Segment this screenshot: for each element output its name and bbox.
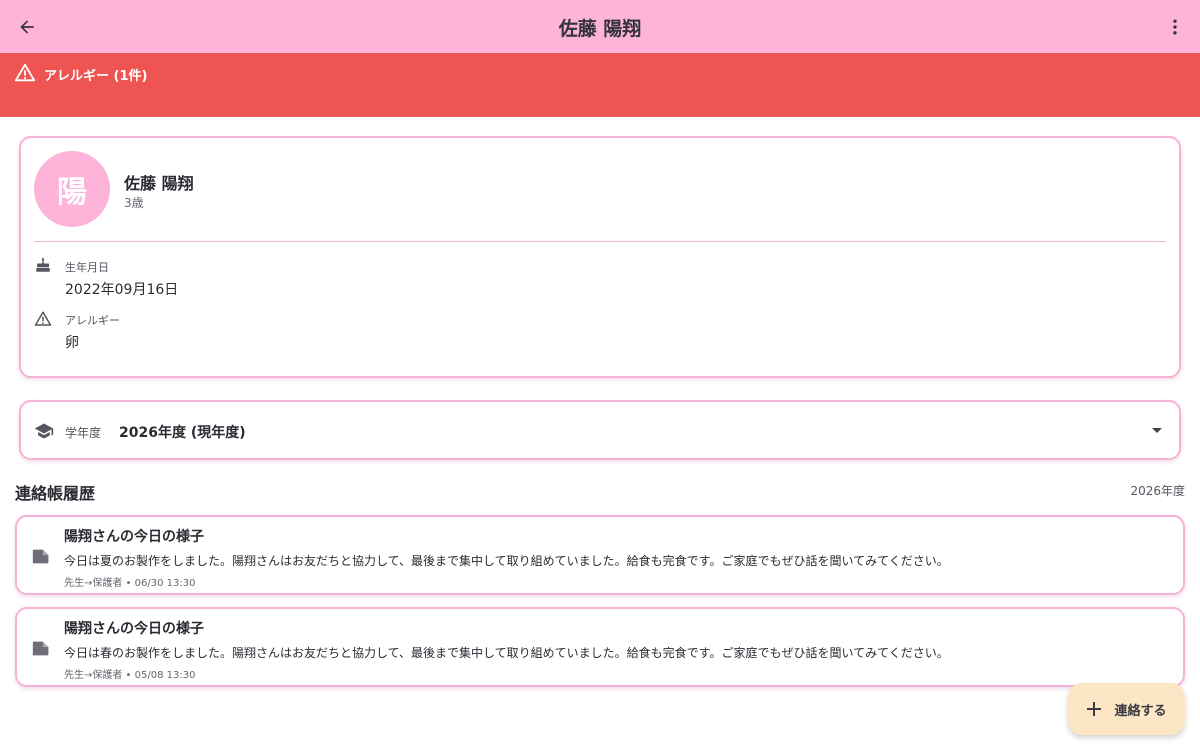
birthday-value: 2022年09月16日 — [65, 282, 179, 298]
history-entry[interactable]: 陽翔さんの今日の様子 今日は夏のお製作をしました。陽翔さんはお友だちと協力して、… — [15, 515, 1185, 595]
child-age: 3歳 — [124, 196, 144, 210]
allergy-label: アレルギー — [65, 314, 120, 327]
note-icon — [32, 641, 49, 656]
warning-icon — [34, 311, 52, 326]
history-year: 2026年度 — [1130, 484, 1185, 498]
divider — [34, 241, 1166, 242]
profile-card: 陽 佐藤 陽翔 3歳 生年月日 2022年09月16日 アレルギー 卵 — [19, 136, 1181, 378]
birthday-label: 生年月日 — [65, 261, 109, 274]
allergy-value: 卵 — [65, 335, 79, 351]
school-icon — [34, 423, 54, 439]
plus-icon — [1087, 702, 1102, 716]
history-section-title: 連絡帳履歴 — [15, 484, 96, 503]
contact-fab-button[interactable]: 連絡する — [1068, 683, 1185, 735]
more-vert-icon — [1173, 19, 1177, 35]
dropdown-caret-icon — [1152, 428, 1162, 433]
avatar: 陽 — [34, 151, 110, 227]
school-year-value: 2026年度 (現年度) — [119, 425, 246, 441]
more-options-button[interactable] — [1160, 12, 1190, 42]
warning-icon — [14, 63, 36, 82]
history-entry[interactable]: 陽翔さんの今日の様子 今日は春のお製作をしました。陽翔さんはお友だちと協力して、… — [15, 607, 1185, 687]
school-year-label: 学年度 — [65, 426, 102, 440]
entry-meta: 先生→保護者 • 05/08 13:30 — [64, 670, 196, 681]
entry-meta: 先生→保護者 • 06/30 13:30 — [64, 578, 196, 589]
contact-fab-label: 連絡する — [1114, 703, 1167, 719]
allergy-banner-label: アレルギー (1件) — [44, 69, 148, 84]
entry-body: 今日は夏のお製作をしました。陽翔さんはお友だちと協力して、最後まで集中して取り組… — [64, 554, 949, 568]
app-bar: 佐藤 陽翔 — [0, 0, 1200, 53]
child-name: 佐藤 陽翔 — [124, 174, 194, 193]
page-title: 佐藤 陽翔 — [558, 18, 642, 40]
entry-body: 今日は春のお製作をしました。陽翔さんはお友だちと協力して、最後まで集中して取り組… — [64, 646, 949, 660]
entry-title: 陽翔さんの今日の様子 — [64, 621, 204, 637]
school-year-select[interactable]: 学年度 2026年度 (現年度) — [19, 400, 1181, 460]
cake-icon — [36, 257, 50, 272]
note-icon — [32, 549, 49, 564]
allergy-banner: アレルギー (1件) 卵 — [0, 53, 1200, 161]
entry-title: 陽翔さんの今日の様子 — [64, 529, 204, 545]
